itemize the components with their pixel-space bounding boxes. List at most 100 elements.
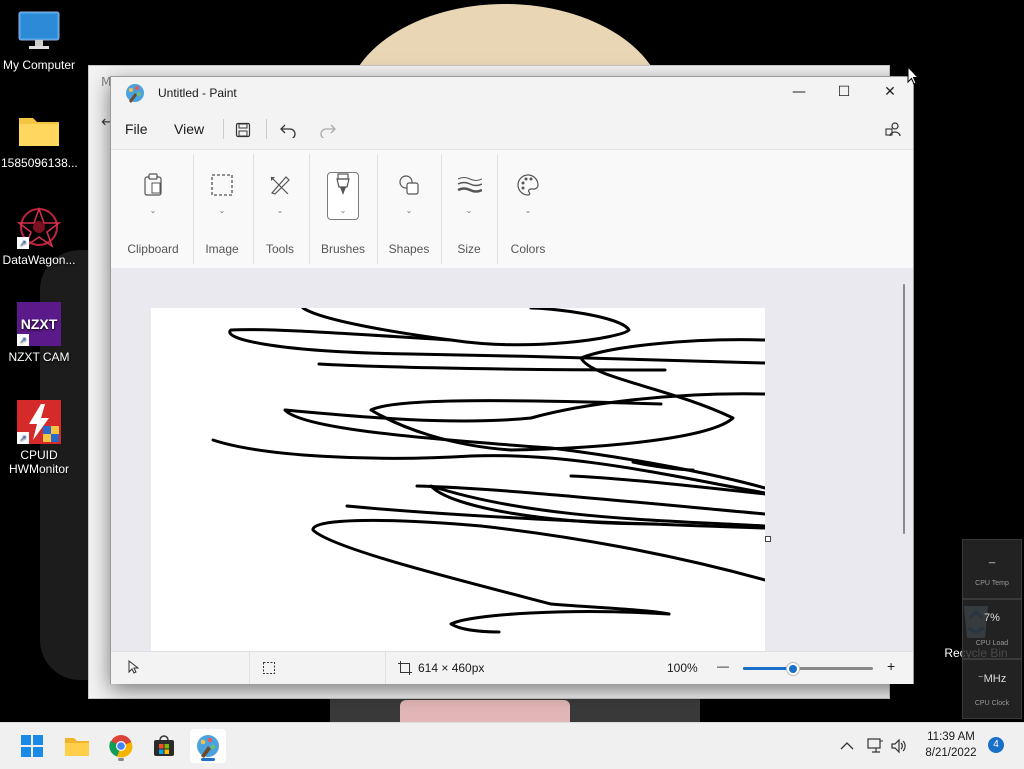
desktop-icon-label: CPUID HWMonitor bbox=[8, 448, 69, 476]
zoom-in-button[interactable]: + bbox=[887, 658, 895, 674]
palette-icon bbox=[513, 170, 543, 200]
chevron-down-icon: ⌄ bbox=[524, 206, 532, 215]
clock-time: 11:39 AM bbox=[927, 731, 975, 743]
zoom-slider[interactable] bbox=[743, 662, 873, 676]
image-select-icon bbox=[207, 170, 237, 200]
paint-icon bbox=[197, 735, 219, 758]
wallpaper-character-detail bbox=[400, 700, 570, 722]
ribbon-label: Image bbox=[205, 242, 239, 256]
desktop-icon-datawagon[interactable]: ↗ DataWagon... bbox=[1, 205, 77, 267]
minimize-button[interactable]: — bbox=[776, 77, 822, 107]
shortcut-arrow-icon: ↗ bbox=[17, 237, 29, 249]
file-menu[interactable]: File bbox=[125, 121, 148, 137]
store-icon bbox=[154, 735, 174, 756]
desktop-icon-label: NZXT CAM bbox=[8, 350, 70, 364]
ribbon-label: Shapes bbox=[388, 242, 430, 256]
desktop-icon-nzxt-cam[interactable]: NZXT ↗ NZXT CAM bbox=[1, 302, 77, 364]
canvas-workspace bbox=[111, 268, 913, 651]
volume-icon bbox=[891, 738, 906, 754]
account-settings-icon[interactable] bbox=[879, 117, 907, 143]
ribbon-separator bbox=[193, 154, 194, 264]
chevron-down-icon: ⌄ bbox=[218, 206, 226, 215]
cpu-load-label: CPU Load bbox=[975, 640, 1009, 647]
start-button[interactable] bbox=[14, 729, 50, 763]
notification-badge[interactable]: 4 bbox=[988, 737, 1004, 753]
brushes-group[interactable]: ⌄ Brushes bbox=[313, 150, 373, 268]
selection-size-icon bbox=[262, 661, 276, 680]
chevron-down-icon: ⌄ bbox=[149, 206, 157, 215]
chevron-down-icon: ⌄ bbox=[465, 206, 473, 215]
tray-show-hidden[interactable] bbox=[840, 723, 854, 769]
datawagon-icon: ↗ bbox=[16, 205, 62, 249]
cpu-temp-value: _ bbox=[988, 552, 996, 564]
cursor-position-icon bbox=[127, 659, 140, 679]
zoom-slider-thumb[interactable] bbox=[786, 662, 801, 676]
shapes-icon bbox=[394, 170, 424, 200]
monitor-icon bbox=[17, 10, 61, 54]
view-menu[interactable]: View bbox=[174, 121, 204, 137]
zoom-percent[interactable]: 100% bbox=[667, 661, 698, 675]
cpu-temp-gadget: _ CPU Temp bbox=[962, 539, 1022, 599]
cpu-clock-value: ⁻MHz bbox=[977, 673, 1007, 685]
shapes-group[interactable]: ⌄ Shapes bbox=[383, 150, 435, 268]
cpu-temp-label: CPU Temp bbox=[975, 580, 1009, 587]
file-explorer-icon bbox=[65, 738, 89, 756]
taskbar-file-explorer[interactable] bbox=[59, 729, 95, 763]
clipboard-group[interactable]: ⌄ Clipboard bbox=[123, 150, 183, 268]
start-icon bbox=[21, 735, 43, 757]
desktop-icon-folder[interactable]: 1585096138... bbox=[1, 108, 78, 170]
chevron-up-icon bbox=[840, 742, 854, 750]
tray-network[interactable] bbox=[866, 723, 884, 769]
size-icon bbox=[454, 170, 484, 200]
shortcut-arrow-icon: ↗ bbox=[17, 334, 29, 346]
menu-separator bbox=[266, 119, 267, 139]
canvas-resize-handle[interactable] bbox=[765, 536, 771, 542]
desktop-icon-hwmonitor[interactable]: ↗ CPUID HWMonitor bbox=[1, 400, 77, 476]
tools-group[interactable]: ⌄ Tools bbox=[255, 150, 305, 268]
network-icon bbox=[867, 738, 883, 753]
chevron-down-icon: ⌄ bbox=[339, 206, 347, 215]
cpu-clock-label: CPU Clock bbox=[974, 700, 1010, 707]
running-indicator bbox=[118, 758, 124, 761]
ribbon-separator bbox=[497, 154, 498, 264]
size-group[interactable]: ⌄ Size bbox=[445, 150, 493, 268]
desktop-icon-my-computer[interactable]: My Computer bbox=[1, 10, 77, 72]
status-bar: 614 × 460px 100% — + bbox=[111, 651, 913, 684]
save-icon[interactable] bbox=[229, 117, 257, 143]
paint-window[interactable]: Untitled - Paint — ☐ ✕ File View ⌄ Clipb… bbox=[110, 76, 914, 684]
system-clock[interactable]: 11:39 AM 8/21/2022 bbox=[916, 729, 986, 761]
taskbar-chrome[interactable] bbox=[103, 729, 139, 763]
undo-icon[interactable] bbox=[274, 117, 302, 143]
canvas-size-icon bbox=[398, 661, 412, 680]
image-group[interactable]: ⌄ Image bbox=[197, 150, 247, 268]
maximize-button[interactable]: ☐ bbox=[821, 77, 867, 107]
colors-group[interactable]: ⌄ Colors bbox=[501, 150, 555, 268]
taskbar-store[interactable] bbox=[146, 729, 182, 763]
cpu-load-value: 7% bbox=[984, 612, 1000, 624]
tray-volume[interactable] bbox=[890, 723, 908, 769]
chrome-icon bbox=[109, 735, 133, 758]
ribbon-separator bbox=[253, 154, 254, 264]
ribbon-label: Clipboard bbox=[127, 242, 179, 256]
ribbon-label: Brushes bbox=[320, 242, 366, 256]
zoom-slider-fill bbox=[743, 667, 793, 670]
taskbar-paint[interactable] bbox=[190, 729, 226, 763]
drawing-canvas[interactable] bbox=[151, 308, 765, 651]
shortcut-arrow-icon: ↗ bbox=[17, 432, 29, 444]
redo-icon[interactable] bbox=[314, 117, 342, 143]
desktop-icon-label: 1585096138... bbox=[1, 156, 78, 170]
paint-app-icon bbox=[125, 83, 145, 103]
chevron-down-icon: ⌄ bbox=[276, 206, 284, 215]
zoom-out-button[interactable]: — bbox=[717, 659, 729, 673]
window-title: Untitled - Paint bbox=[158, 86, 237, 100]
vertical-scrollbar[interactable] bbox=[903, 284, 905, 534]
ribbon-separator bbox=[377, 154, 378, 264]
mouse-cursor-icon bbox=[907, 65, 920, 90]
hwmonitor-icon: ↗ bbox=[17, 400, 61, 444]
folder-icon bbox=[17, 108, 61, 152]
clock-date: 8/21/2022 bbox=[925, 747, 977, 759]
active-indicator bbox=[201, 758, 215, 761]
ribbon-separator bbox=[441, 154, 442, 264]
ribbon-separator bbox=[309, 154, 310, 264]
title-bar[interactable]: Untitled - Paint — ☐ ✕ bbox=[111, 77, 913, 109]
